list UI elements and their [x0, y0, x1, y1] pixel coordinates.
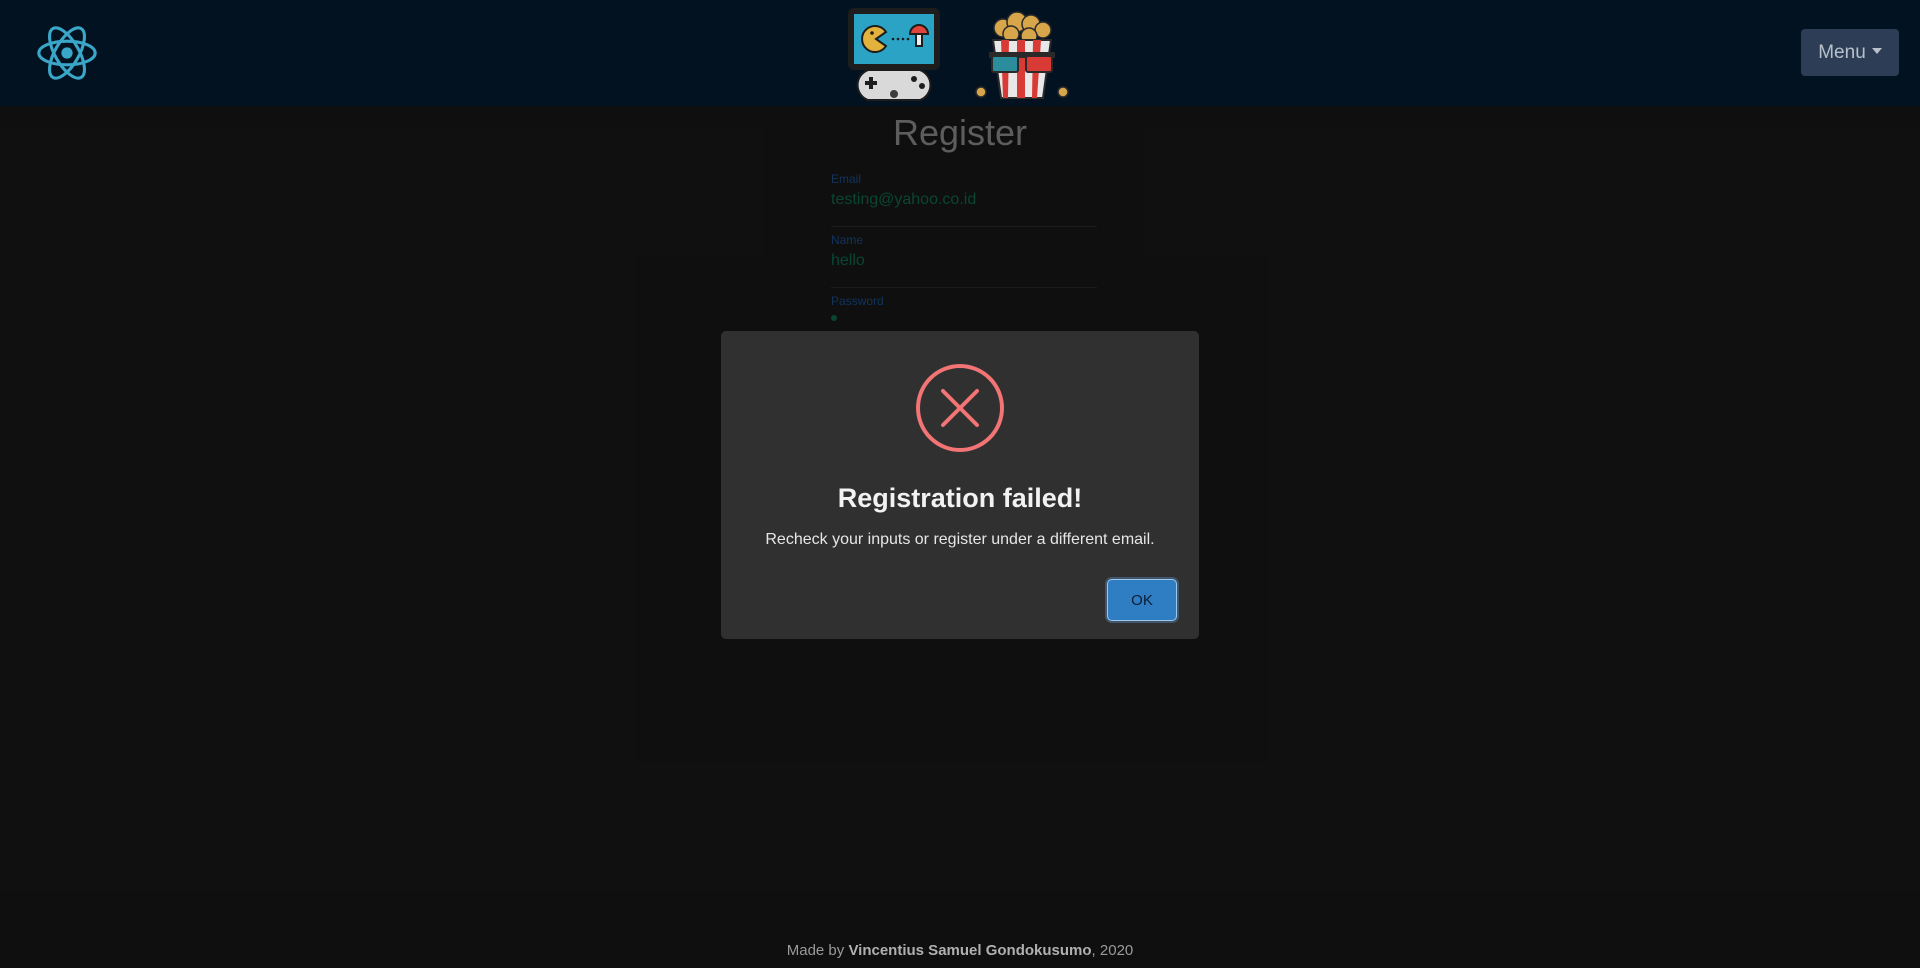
arcade-game-icon[interactable] [846, 6, 942, 102]
footer-author: Vincentius Samuel Gondokusumo [848, 941, 1092, 959]
error-dialog: Registration failed! Recheck your inputs… [721, 331, 1199, 639]
footer: Made by Vincentius Samuel Gondokusumo , … [0, 932, 1920, 968]
error-x-icon [916, 364, 1004, 452]
popcorn-3d-glasses-icon[interactable] [973, 10, 1071, 100]
menu-label: Menu [1818, 41, 1866, 63]
menu-dropdown-button[interactable]: Menu [1801, 29, 1899, 76]
caret-down-icon [1871, 47, 1882, 54]
navbar: Menu [0, 0, 1920, 106]
dialog-message: Recheck your inputs or register under a … [765, 531, 1155, 548]
dialog-title: Registration failed! [837, 483, 1083, 513]
ok-button[interactable]: OK [1107, 579, 1177, 621]
react-atom-icon[interactable] [36, 22, 98, 84]
footer-prefix: Made by [786, 941, 849, 959]
footer-suffix: , 2020 [1091, 941, 1134, 959]
